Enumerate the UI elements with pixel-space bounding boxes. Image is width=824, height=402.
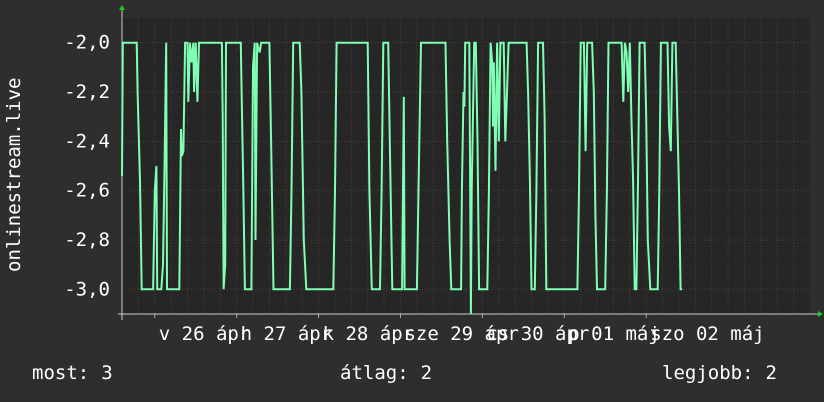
x-tick-label: k 28 ápr — [323, 323, 415, 345]
average-stat: átlag: 2 — [340, 362, 432, 384]
best-value: 2 — [765, 362, 777, 384]
x-axis-ticks: v 26 áprh 27 áprk 28 áprsze 29 áprcs 30 … — [154, 314, 765, 345]
best-label: legjobb: — [662, 362, 754, 384]
y-axis-ticks: -2,0 -2,2 -2,4 -2,6 -2,8 -3,0 — [64, 32, 110, 301]
y-tick-label: -2,8 — [64, 229, 110, 251]
x-tick-label: p 01 máj — [568, 323, 660, 345]
x-tick-label: h 27 ápr — [241, 323, 333, 345]
best-stat: legjobb: 2 — [662, 362, 777, 384]
current-label: most: — [32, 362, 90, 384]
y-tick-label: -2,2 — [64, 81, 110, 103]
y-axis-arrow — [119, 5, 125, 10]
current-stat: most: 3 — [32, 362, 113, 384]
x-tick-label: v 26 ápr — [159, 323, 251, 345]
y-axis-label: onlinestream.live — [3, 78, 25, 272]
x-tick-label: szo 02 máj — [650, 323, 764, 345]
average-label: átlag: — [340, 362, 409, 384]
y-tick-label: -2,4 — [64, 130, 110, 152]
x-axis-arrow — [818, 311, 823, 317]
chart: -2,0 -2,2 -2,4 -2,6 -2,8 -3,0 v 26 áprh 27 áp… — [3, 5, 823, 345]
average-value: 2 — [420, 362, 433, 384]
y-tick-label: -3,0 — [64, 278, 110, 300]
y-tick-label: -2,6 — [64, 180, 110, 202]
current-value: 3 — [101, 362, 113, 384]
y-tick-label: -2,0 — [64, 32, 110, 54]
